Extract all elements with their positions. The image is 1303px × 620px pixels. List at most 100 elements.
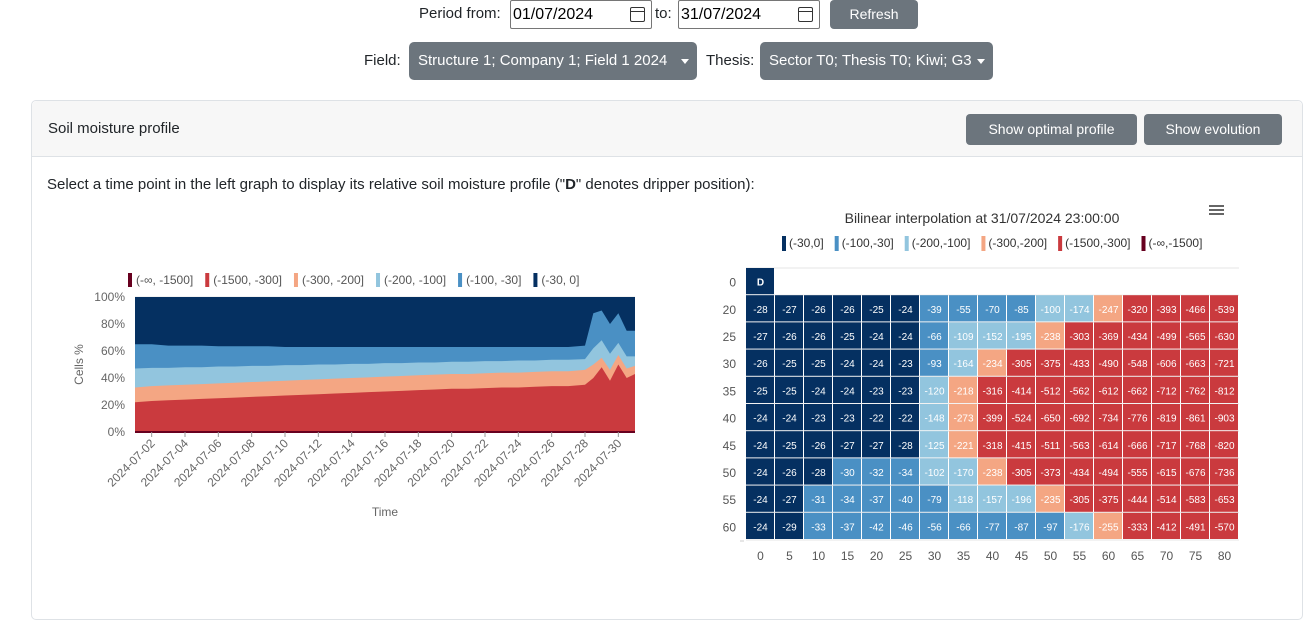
heatmap-cell-label: -736 — [1214, 468, 1234, 479]
legend-label: (-300,-200] — [988, 236, 1047, 250]
y-tick-label: 35 — [723, 384, 737, 398]
heatmap-cell-label: -861 — [1185, 414, 1205, 425]
legend-swatch — [533, 273, 538, 287]
calendar-icon[interactable] — [798, 7, 813, 22]
refresh-button[interactable]: Refresh — [830, 0, 918, 29]
heatmap-cell-label: -630 — [1214, 332, 1234, 343]
x-tick-label: 55 — [1073, 549, 1087, 563]
heatmap-cell-label: -164 — [953, 359, 973, 370]
heatmap-cell-label: -653 — [1214, 495, 1234, 506]
heatmap-cell-label: -24 — [869, 332, 884, 343]
heatmap-cell-label: -512 — [1040, 386, 1060, 397]
heatmap-cell-label: -22 — [898, 414, 913, 425]
thesis-dropdown-value: Sector T0; Thesis T0; Kiwi; G3 — [769, 52, 972, 69]
y-tick-label: 50 — [723, 466, 737, 480]
heatmap-cell-label: -415 — [1011, 441, 1031, 452]
legend-label: (-∞,-1500] — [1149, 236, 1203, 250]
x-tick-label: 35 — [957, 549, 971, 563]
heatmap-cell-label: -170 — [953, 468, 973, 479]
heatmap-cell-label: -118 — [954, 495, 974, 506]
legend-swatch — [128, 273, 132, 287]
moisture-area-chart[interactable]: (-∞, -1500] (-1500, -300] (-300, -200] (-20… — [60, 262, 660, 524]
heatmap-cell-label: -55 — [956, 305, 971, 316]
heatmap-cell-label: -373 — [1040, 468, 1060, 479]
heatmap-cell-label: -433 — [1069, 359, 1089, 370]
menu-icon[interactable] — [1209, 205, 1224, 215]
instruction-prefix: Select a time point in the left graph to… — [47, 176, 566, 193]
field-dropdown[interactable]: Structure 1; Company 1; Field 1 2024 — [409, 42, 697, 80]
heatmap-cell-label: -31 — [811, 495, 826, 506]
heatmap-cell-label: -24 — [898, 332, 913, 343]
legend-label: (-30,0] — [789, 236, 824, 250]
heatmap-cell-label: -26 — [782, 332, 797, 343]
heatmap-cell-label: -28 — [753, 305, 768, 316]
heatmap-cell-label: -23 — [869, 386, 884, 397]
x-tick-label: 45 — [1015, 549, 1029, 563]
legend-swatch — [1058, 236, 1063, 251]
field-dropdown-value: Structure 1; Company 1; Field 1 2024 — [418, 52, 668, 69]
heatmap-cell-label: -768 — [1185, 441, 1205, 452]
heatmap-cell-label: -494 — [1098, 468, 1118, 479]
x-tick-label: 75 — [1189, 549, 1203, 563]
heatmap-cell-label: -615 — [1156, 468, 1176, 479]
heatmap-cell-label: -24 — [753, 468, 768, 479]
heatmap-cell-label: -414 — [1011, 386, 1031, 397]
heatmap-cell-label: -40 — [898, 495, 913, 506]
heatmap-cell-label: -37 — [869, 495, 884, 506]
heatmap-cell-label: -30 — [840, 468, 855, 479]
heatmap-cell-label: -666 — [1127, 441, 1147, 452]
show-evolution-button[interactable]: Show evolution — [1144, 114, 1282, 145]
heatmap-cell-label: -305 — [1069, 495, 1089, 506]
heatmap-cell-label: -29 — [782, 522, 797, 533]
heatmap-cell-label: -24 — [753, 495, 768, 506]
y-tick-label: 20 — [723, 303, 737, 317]
heatmap-cell-label: -375 — [1098, 495, 1118, 506]
heatmap-cell-label: -125 — [924, 441, 944, 452]
y-tick-label: 60% — [101, 344, 125, 358]
heatmap-cell-label: -196 — [1011, 495, 1031, 506]
heatmap-cell-label: -555 — [1127, 468, 1147, 479]
heatmap-cell-label: -102 — [924, 468, 944, 479]
period-filter-bar: Period from: 01/07/2024 to: 31/07/2024 R… — [0, 0, 1303, 30]
menu-icon-bar — [1209, 209, 1224, 211]
menu-icon-bar — [1209, 205, 1224, 207]
thesis-dropdown[interactable]: Sector T0; Thesis T0; Kiwi; G3 — [760, 42, 993, 80]
heatmap-cell-label: -612 — [1098, 386, 1118, 397]
legend-label: (-1500, -300] — [213, 273, 282, 287]
heatmap-cell-label: -120 — [924, 386, 944, 397]
heatmap-cell-label: -25 — [782, 441, 797, 452]
period-from-input[interactable]: 01/07/2024 — [510, 0, 652, 29]
heatmap-cell-label: -583 — [1185, 495, 1205, 506]
heatmap-cell-label: -42 — [869, 522, 884, 533]
heatmap-cell-label: -762 — [1185, 386, 1205, 397]
legend-label: (-∞, -1500] — [136, 273, 193, 287]
heatmap-cell-label: -70 — [985, 305, 1000, 316]
heatmap-cell-label: -77 — [985, 522, 1000, 533]
x-tick-label: 70 — [1160, 549, 1174, 563]
heatmap-cell-label: -26 — [753, 359, 768, 370]
heatmap-cell-label: -27 — [753, 332, 768, 343]
legend-swatch — [904, 236, 909, 251]
heatmap-cell-label: -563 — [1069, 441, 1089, 452]
moisture-heatmap[interactable]: Bilinear interpolation at 31/07/2024 23:… — [700, 198, 1260, 570]
period-to-value: 31/07/2024 — [681, 6, 762, 23]
heatmap-cell-label: -33 — [811, 522, 826, 533]
heatmap-cell-label: -174 — [1069, 305, 1089, 316]
y-axis-label: Cells % — [72, 344, 86, 385]
heatmap-cell-label: -66 — [956, 522, 971, 533]
heatmap-cell-label: -548 — [1127, 359, 1147, 370]
heatmap-cell-label: -434 — [1127, 332, 1147, 343]
heatmap-cell-label: -23 — [840, 414, 855, 425]
heatmap-cell-label: -25 — [840, 332, 855, 343]
heatmap-cell-label: -26 — [811, 305, 826, 316]
heatmap-cell-label: -100 — [1040, 305, 1060, 316]
caret-down-icon — [681, 59, 689, 64]
period-to-input[interactable]: 31/07/2024 — [678, 0, 820, 29]
calendar-icon[interactable] — [630, 7, 645, 22]
heatmap-cell-label: -812 — [1214, 386, 1234, 397]
show-optimal-profile-button[interactable]: Show optimal profile — [966, 114, 1137, 145]
heatmap-cell-label: -28 — [811, 468, 826, 479]
heatmap-cell-label: -562 — [1069, 386, 1089, 397]
heatmap-cell-label: -23 — [898, 386, 913, 397]
legend-swatch — [834, 236, 839, 251]
